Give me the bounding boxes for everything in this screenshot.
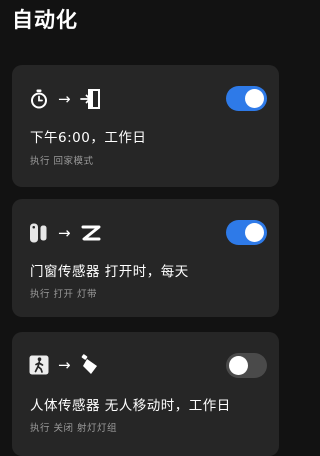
toggle-knob xyxy=(229,356,248,375)
body-sensor-icon xyxy=(29,355,49,375)
light-strip-icon xyxy=(80,223,102,243)
automation-toggle[interactable] xyxy=(226,220,267,245)
automation-toggle[interactable] xyxy=(226,353,267,378)
automation-card-body-sensor[interactable]: → 人体传感器 无人移动时，工作日 执行 关闭 射灯灯组 xyxy=(12,332,279,456)
arrow-icon: → xyxy=(58,89,71,108)
toggle-knob xyxy=(245,89,264,108)
door-window-sensor-icon xyxy=(29,222,49,244)
automation-title: 人体传感器 无人移动时，工作日 xyxy=(30,398,231,414)
automation-detail: 执行 回家模式 xyxy=(30,156,94,167)
automation-flow: → xyxy=(29,88,102,110)
automation-title: 下午6:00，工作日 xyxy=(30,130,147,146)
arrow-icon: → xyxy=(58,223,71,242)
spotlight-icon xyxy=(80,354,102,376)
page-title: 自动化 xyxy=(12,8,78,32)
automation-flow: → xyxy=(29,354,102,376)
toggle-knob xyxy=(245,223,264,242)
automation-title: 门窗传感器 打开时，每天 xyxy=(30,264,189,280)
timer-icon xyxy=(29,89,49,109)
automation-card-evening[interactable]: → 下午6:00，工作日 执行 回家模式 xyxy=(12,65,279,187)
automation-flow: → xyxy=(29,222,102,244)
automation-detail: 执行 打开 灯带 xyxy=(30,289,98,300)
arrow-icon: → xyxy=(58,355,71,374)
automation-toggle[interactable] xyxy=(226,86,267,111)
door-entry-icon xyxy=(79,89,102,109)
automation-card-door-sensor[interactable]: → 门窗传感器 打开时，每天 执行 打开 灯带 xyxy=(12,199,279,317)
automation-detail: 执行 关闭 射灯灯组 xyxy=(30,423,118,434)
